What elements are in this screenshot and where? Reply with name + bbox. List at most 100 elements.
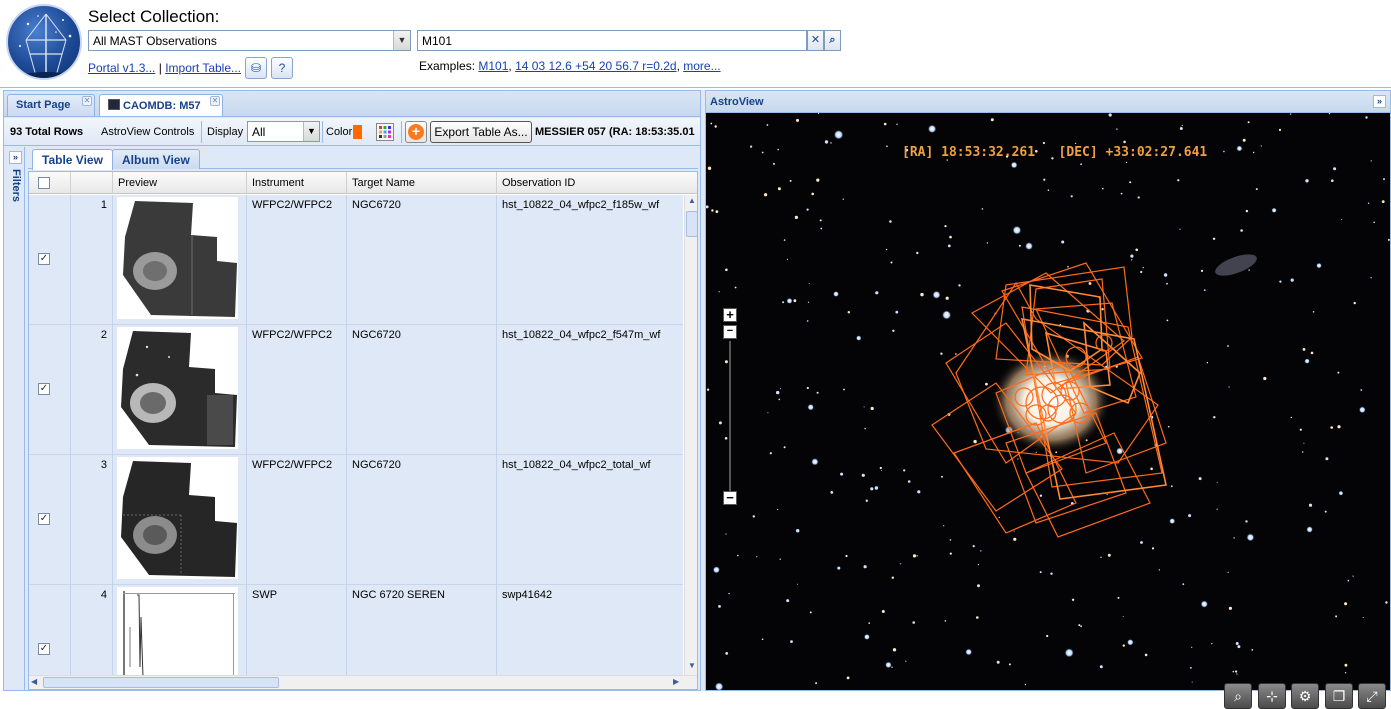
star-point [790, 640, 793, 643]
star-point [1235, 670, 1238, 673]
select-all-checkbox[interactable] [38, 177, 50, 189]
star-point [1330, 426, 1333, 429]
star-point [1018, 244, 1021, 247]
table-row[interactable]: ✓ 3 WFPC2/WFPC2 NGC6720 hst_10822_04_wfp… [29, 455, 683, 585]
star-point [1242, 138, 1246, 142]
tab-start-page[interactable]: Start Page ✕ [7, 94, 95, 116]
scroll-left-icon[interactable]: ◀ [31, 677, 37, 686]
close-icon[interactable]: ✕ [210, 96, 220, 106]
row-checkbox[interactable]: ✓ [38, 253, 50, 265]
help-icon[interactable]: ? [271, 57, 293, 79]
star-point [833, 291, 839, 297]
filters-label: Filters [10, 169, 22, 203]
sky-viewer[interactable]: [RA] 18:53:32.261 [DEC] +33:02:27.641 + … [705, 112, 1390, 709]
star-point [916, 555, 918, 557]
collection-select[interactable]: All MAST Observations ▼ [88, 30, 411, 51]
star-point [706, 388, 710, 391]
star-point [1344, 663, 1348, 667]
row-checkbox[interactable]: ✓ [38, 643, 50, 655]
horizontal-scrollbar[interactable]: ◀ ▶ [29, 675, 697, 689]
add-icon[interactable]: + [405, 121, 427, 143]
star-point [1179, 127, 1183, 130]
export-table-button[interactable]: Export Table As... [430, 121, 532, 143]
chevron-down-icon[interactable]: ▼ [303, 122, 319, 141]
row-checkbox[interactable]: ✓ [38, 513, 50, 525]
layers-icon[interactable]: ❐ [1325, 683, 1353, 709]
star-point [1170, 485, 1173, 488]
star-point [1302, 451, 1304, 453]
scrollbar-thumb[interactable] [43, 677, 279, 688]
star-point [1255, 188, 1258, 191]
example-m101-link[interactable]: M101 [478, 59, 508, 73]
star-point [1367, 202, 1370, 204]
star-point [1017, 458, 1019, 460]
zoom-slider-track[interactable] [729, 341, 731, 491]
scrollbar-thumb[interactable] [686, 211, 697, 237]
table-row[interactable]: ✓ 1 WFPC2/WFPC2 NGC6720 hst_10822_04_wfp… [29, 195, 683, 325]
display-select[interactable]: All ▼ [247, 121, 320, 142]
observation-id-cell: hst_10822_04_wfpc2_f185w_wf [502, 199, 660, 211]
star-point [1216, 481, 1218, 483]
column-header-target-name[interactable]: Target Name [347, 172, 497, 194]
search-icon[interactable]: ⌕ [824, 30, 841, 51]
row-checkbox[interactable]: ✓ [38, 383, 50, 395]
star-point [786, 258, 789, 260]
preview-image[interactable] [117, 197, 238, 319]
zoom-out-button[interactable]: − [723, 491, 737, 505]
portal-version-link[interactable]: Portal v1.3... [88, 61, 155, 75]
column-header-instrument[interactable]: Instrument [247, 172, 347, 194]
chevron-down-icon[interactable]: ▼ [393, 31, 410, 50]
sky-image[interactable] [705, 112, 1390, 692]
preview-image[interactable] [117, 457, 238, 579]
tab-album-view[interactable]: Album View [112, 149, 200, 169]
table-row[interactable]: ✓ 2 WFPC2/WFPC2 NGC6720 hst_10822_04_wfp… [29, 325, 683, 455]
tab-caomdb-m57[interactable]: CAOMDB: M57 ✕ [99, 94, 223, 116]
magnifier-icon[interactable]: ⌕ [1224, 683, 1252, 709]
close-icon[interactable]: ✕ [82, 96, 92, 106]
zoom-in-button[interactable]: + [723, 308, 737, 322]
star-point [1131, 259, 1133, 261]
clear-icon[interactable]: ✕ [807, 30, 824, 51]
star-point [830, 142, 832, 144]
tab-table-view[interactable]: Table View [32, 149, 113, 170]
star-point [944, 225, 947, 228]
star-point [725, 533, 727, 535]
scroll-up-icon[interactable]: ▲ [686, 196, 697, 208]
star-point [734, 286, 737, 289]
vertical-scrollbar[interactable]: ▲ ▼ [684, 195, 697, 675]
star-point [879, 466, 882, 470]
preview-image[interactable] [117, 327, 238, 449]
star-point [980, 550, 982, 552]
expand-icon[interactable]: » [1373, 95, 1386, 108]
scroll-right-icon[interactable]: ▶ [673, 677, 679, 686]
star-point [830, 491, 834, 494]
import-table-link[interactable]: Import Table... [165, 61, 241, 75]
column-header-observation-id[interactable]: Observation ID [497, 172, 697, 194]
star-point [1324, 510, 1327, 513]
star-point [1108, 113, 1112, 117]
fullscreen-icon[interactable]: ⤢ [1358, 683, 1386, 709]
basket-icon[interactable]: ⛁ [245, 57, 267, 79]
grid-icon[interactable] [376, 123, 394, 141]
color-label: Color [326, 126, 353, 138]
gear-icon[interactable]: ⚙ [1291, 683, 1319, 709]
filters-sidebar[interactable]: » Filters [7, 147, 25, 690]
example-coords-link[interactable]: 14 03 12.6 +54 20 56.7 r=0.2d [515, 59, 676, 73]
star-point [837, 566, 841, 570]
search-input[interactable]: M101 [417, 30, 807, 51]
star-point [1251, 649, 1254, 651]
star-point [1335, 615, 1338, 618]
examples-more-link[interactable]: more... [683, 59, 720, 73]
star-point [920, 292, 924, 297]
scroll-down-icon[interactable]: ▼ [686, 661, 697, 673]
select-region-icon[interactable]: ⊹ [1258, 683, 1286, 709]
color-swatch[interactable] [353, 125, 362, 139]
target-name-cell: NGC6720 [347, 455, 497, 585]
mast-logo-icon[interactable] [6, 4, 82, 80]
column-header-preview[interactable]: Preview [113, 172, 247, 194]
star-point [1271, 207, 1277, 213]
zoom-out-small-button[interactable]: − [723, 325, 737, 339]
expand-icon[interactable]: » [9, 151, 22, 164]
star-point [1169, 518, 1176, 525]
star-point [949, 235, 952, 239]
